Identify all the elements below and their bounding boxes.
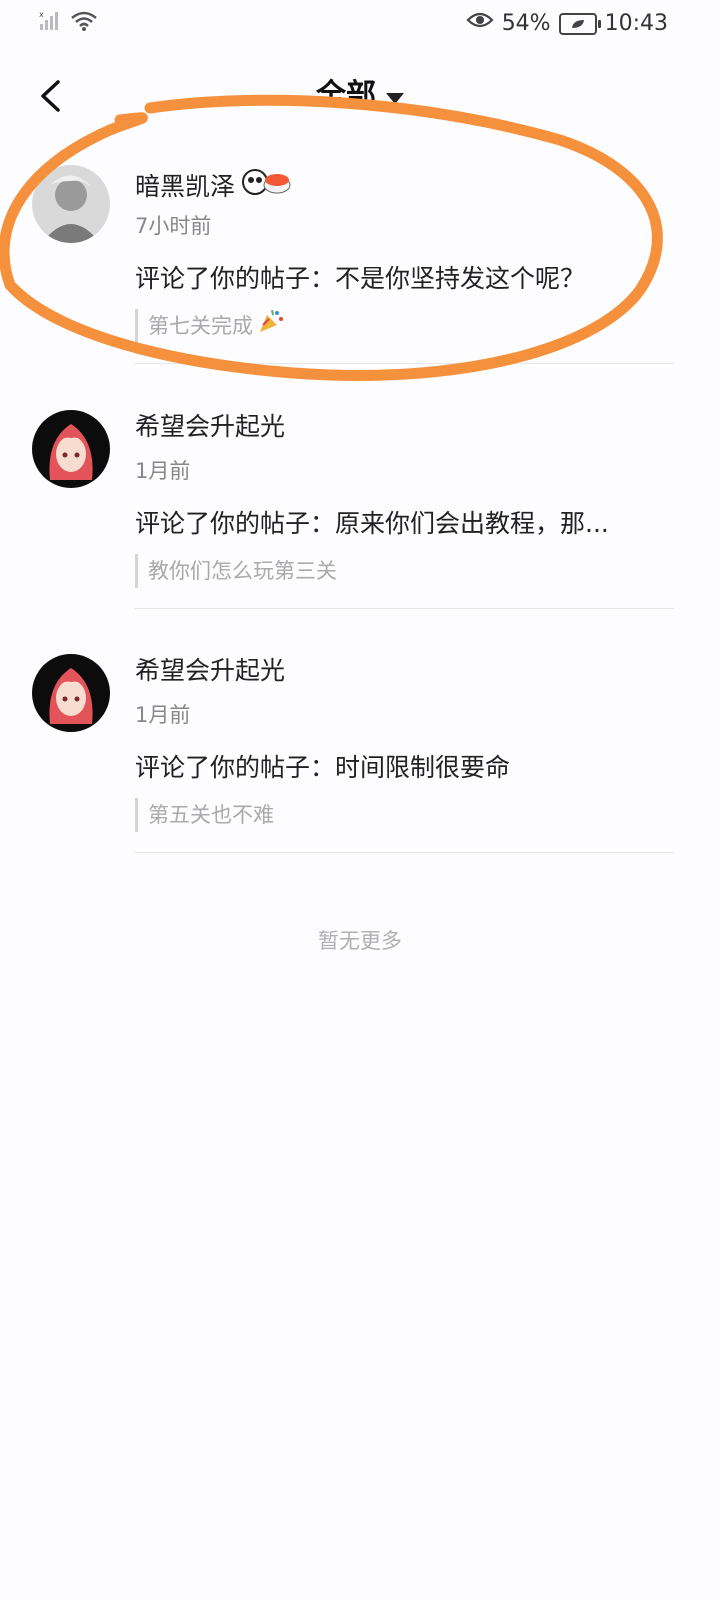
wifi-icon <box>70 10 98 36</box>
filter-dropdown[interactable]: 全部 <box>0 74 720 118</box>
svg-text:x: x <box>39 10 44 19</box>
divider <box>135 363 674 364</box>
comment-text[interactable]: 评论了你的帖子：不是你坚持发这个呢？ <box>135 261 585 297</box>
comment-text[interactable]: 评论了你的帖子：时间限制很要命 <box>135 750 510 786</box>
avatar[interactable] <box>32 165 110 243</box>
notification-item[interactable]: 暗黑凯泽 7小时前 评论了你的帖子：不是你坚持发这个呢？ 第七关完成 <box>0 165 720 410</box>
username[interactable]: 希望会升起光 <box>135 654 285 688</box>
party-popper-icon <box>257 307 285 345</box>
avatar[interactable] <box>32 654 110 732</box>
signal-icon: x <box>38 10 60 36</box>
notification-item[interactable]: 希望会升起光 1月前 评论了你的帖子：时间限制很要命 第五关也不难 <box>0 654 720 899</box>
battery-icon <box>558 13 601 35</box>
avatar[interactable] <box>32 410 110 488</box>
post-reference[interactable]: 教你们怎么玩第三关 <box>135 554 337 588</box>
post-title: 教你们怎么玩第三关 <box>148 559 337 583</box>
post-reference[interactable]: 第七关完成 <box>135 309 285 343</box>
timestamp: 1月前 <box>135 703 191 727</box>
post-reference[interactable]: 第五关也不难 <box>135 798 274 832</box>
emoji-decoration-icon <box>241 165 293 208</box>
caret-down-icon <box>386 92 404 104</box>
no-more-label: 暂无更多 <box>318 929 402 953</box>
timestamp: 7小时前 <box>135 214 212 238</box>
battery-percent: 54% <box>501 11 551 36</box>
top-nav-bar: 全部 <box>0 60 720 130</box>
page-title: 全部 <box>316 78 376 113</box>
divider <box>135 852 674 853</box>
clock: 10:43 <box>604 11 668 36</box>
post-title: 第七关完成 <box>148 314 253 338</box>
notification-item[interactable]: 希望会升起光 1月前 评论了你的帖子：原来你们会出教程，那... 教你们怎么玩第… <box>0 410 720 655</box>
comment-text[interactable]: 评论了你的帖子：原来你们会出教程，那... <box>135 506 609 542</box>
status-bar: x 54% 10:43 <box>0 0 720 50</box>
username[interactable]: 暗黑凯泽 <box>135 170 235 204</box>
username[interactable]: 希望会升起光 <box>135 410 285 444</box>
divider <box>135 608 674 609</box>
timestamp: 1月前 <box>135 459 191 483</box>
eye-icon <box>466 10 494 38</box>
post-title: 第五关也不难 <box>148 803 274 827</box>
